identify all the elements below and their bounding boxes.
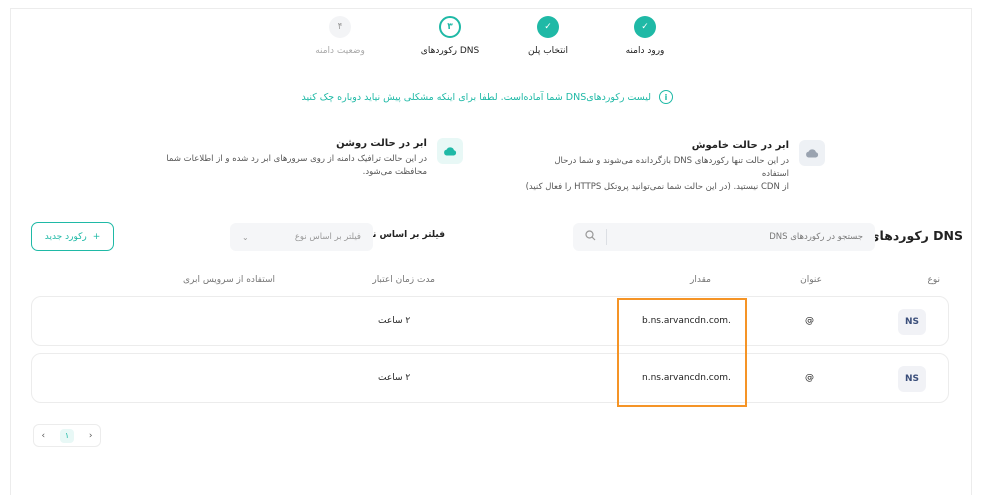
prev-page-button[interactable]: ‹ <box>41 431 45 441</box>
search-icon <box>585 230 596 244</box>
step-label: رکوردهای DNS <box>420 46 480 56</box>
new-record-label: رکورد جدید <box>44 231 87 242</box>
step-label: وضعیت دامنه <box>315 46 365 56</box>
cloud-off-option[interactable]: ابر در حالت خاموش در این حالت تنها رکورد… <box>525 140 825 195</box>
step-domain-entry: ✓ ورود دامنه <box>600 16 690 56</box>
main-panel <box>10 8 972 495</box>
header-name: عنوان <box>800 275 822 285</box>
notice-text: لیست رکوردهایDNS شما آماده‌است. لطفا برا… <box>301 91 651 103</box>
record-value: b.ns.arvancdn.com. <box>642 316 731 326</box>
cloud-off-desc: در این حالت تنها رکوردهای DNS بازگردانده… <box>554 156 789 180</box>
filter-type-select[interactable]: فیلتر بر اساس نوع ⌄ <box>230 223 373 251</box>
chevron-down-icon: ⌄ <box>242 232 249 242</box>
step-domain-status: ۴ وضعیت دامنه <box>295 16 385 56</box>
header-type: نوع <box>927 275 940 285</box>
step-plan-select: ✓ انتخاب پلن <box>503 16 593 56</box>
next-page-button[interactable]: › <box>89 431 93 441</box>
cloud-off-icon <box>799 140 825 166</box>
dns-search-input[interactable]: جستجو در رکوردهای DNS <box>573 223 875 251</box>
new-record-button[interactable]: + رکورد جدید <box>31 222 114 251</box>
header-value: مقدار <box>690 275 711 285</box>
plus-icon: + <box>92 231 101 242</box>
pagination: ‹ ۱ › <box>33 424 101 447</box>
cloud-on-desc: در این حالت ترافیک دامنه از روی سرورهای … <box>166 154 427 164</box>
check-icon: ✓ <box>634 16 656 38</box>
table-row[interactable]: NS @ b.ns.arvancdn.com. ۲ ساعت <box>31 296 949 346</box>
check-icon: ✓ <box>537 16 559 38</box>
search-divider <box>606 229 607 245</box>
header-ttl: مدت زمان اعتبار <box>372 275 435 285</box>
step-label: ورود دامنه <box>625 46 665 56</box>
step-dns-records: ۳ رکوردهای DNS <box>405 16 495 56</box>
record-type-badge: NS <box>898 366 926 392</box>
dns-ready-notice: i لیست رکوردهایDNS شما آماده‌است. لطفا ب… <box>302 90 673 104</box>
record-ttl: ۲ ساعت <box>378 316 411 326</box>
record-ttl: ۲ ساعت <box>378 373 411 383</box>
step-number: ۳ <box>439 16 461 38</box>
cloud-on-icon <box>437 138 463 164</box>
dns-records-title: رکوردهای DNS <box>868 228 963 243</box>
step-label: انتخاب پلن <box>528 46 568 56</box>
search-placeholder: جستجو در رکوردهای DNS <box>769 232 863 242</box>
info-icon: i <box>659 90 673 104</box>
cloud-off-title: ابر در حالت خاموش <box>691 140 789 151</box>
cloud-on-title: ابر در حالت روشن <box>336 138 427 149</box>
filter-label: فیلتر بر اساس نوع <box>361 230 445 240</box>
table-row[interactable]: NS @ n.ns.arvancdn.com. ۲ ساعت <box>31 353 949 403</box>
cloud-off-desc: از CDN نیستید. (در این حالت شما نمی‌توان… <box>525 182 789 193</box>
page-1-button[interactable]: ۱ <box>59 428 74 443</box>
record-name: @ <box>805 373 814 383</box>
step-number: ۴ <box>329 16 351 38</box>
header-cloud: استفاده از سرویس ابری <box>182 275 275 285</box>
cloud-on-option[interactable]: ابر در حالت روشن در این حالت ترافیک دامن… <box>153 138 463 179</box>
record-value: n.ns.arvancdn.com. <box>642 373 731 383</box>
filter-placeholder: فیلتر بر اساس نوع <box>294 232 361 242</box>
cloud-on-desc: محافظت می‌شود. <box>362 167 427 178</box>
record-type-badge: NS <box>898 309 926 335</box>
record-name: @ <box>805 316 814 326</box>
